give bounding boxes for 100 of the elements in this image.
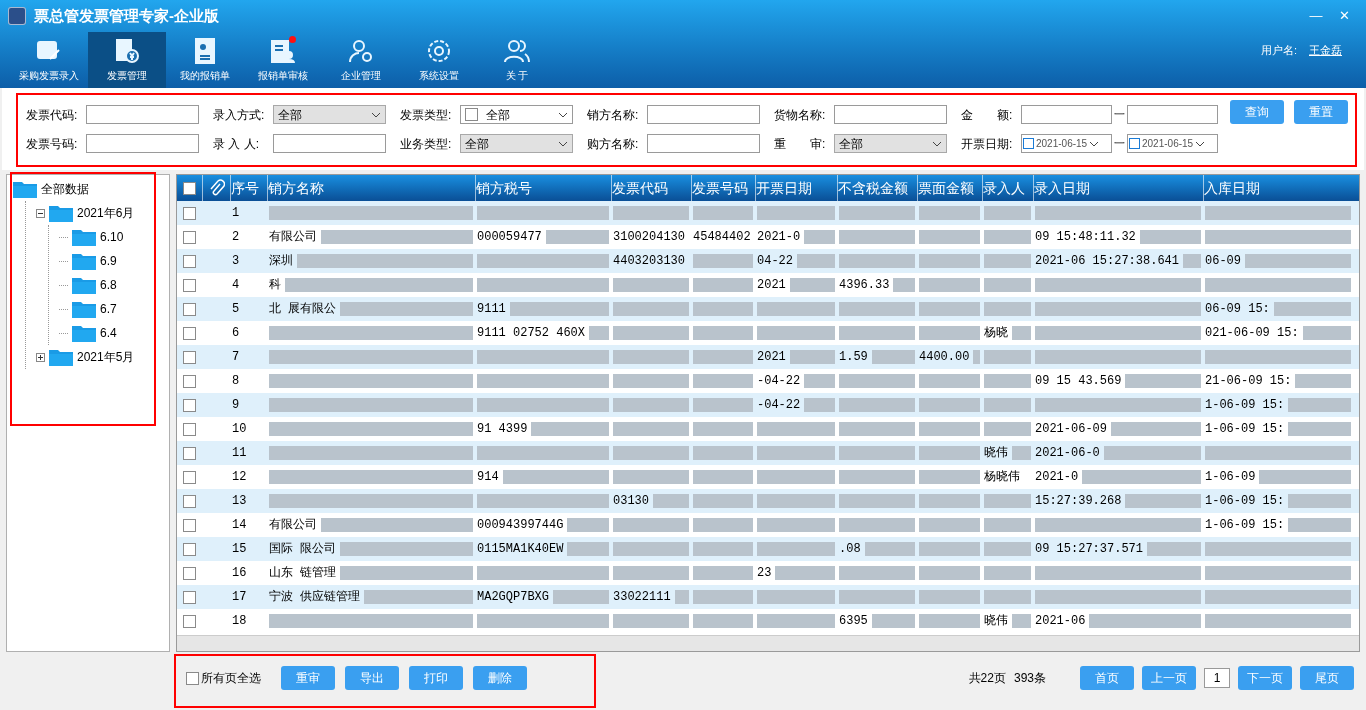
paperclip-icon bbox=[208, 179, 225, 197]
last-page-button[interactable]: 尾页 bbox=[1300, 666, 1354, 690]
table-cell-text: 33022111 bbox=[613, 589, 671, 606]
toolbar-button[interactable]: 报销单审核 bbox=[244, 32, 322, 88]
username-link[interactable]: 王金磊 bbox=[1309, 41, 1342, 59]
table-cell-text: 2021 bbox=[757, 277, 786, 294]
checkbox[interactable] bbox=[183, 206, 196, 220]
checkbox[interactable] bbox=[183, 566, 196, 580]
input-field[interactable] bbox=[273, 134, 386, 153]
checkbox[interactable] bbox=[183, 470, 196, 484]
chevron-down-icon bbox=[371, 111, 381, 118]
action-button[interactable]: 导出 bbox=[345, 666, 399, 690]
minimize-button[interactable]: — bbox=[1302, 6, 1330, 26]
first-page-button[interactable]: 首页 bbox=[1080, 666, 1134, 690]
previous-page-button[interactable]: 上一页 bbox=[1142, 666, 1196, 690]
user-label: 用户名: bbox=[1260, 42, 1297, 58]
tree-item[interactable]: 2021年5月 bbox=[77, 348, 135, 366]
page-input[interactable]: 1 bbox=[1204, 668, 1230, 688]
checkbox[interactable] bbox=[183, 350, 196, 364]
table-cell-text: 21-06-09 15: bbox=[1205, 373, 1292, 390]
checkbox[interactable] bbox=[183, 398, 196, 412]
checkbox[interactable] bbox=[183, 254, 196, 268]
search-button[interactable]: 查询 bbox=[1230, 100, 1284, 124]
table-cell-text: 12 bbox=[232, 469, 247, 486]
dropdown[interactable]: 全部 bbox=[273, 105, 386, 124]
checkbox[interactable] bbox=[183, 590, 196, 604]
table-cell-text: 6 bbox=[232, 325, 240, 342]
dropdown[interactable]: 全部 bbox=[460, 105, 573, 124]
input-field[interactable] bbox=[86, 134, 199, 153]
table-cell-text: 91 4399 bbox=[477, 421, 528, 438]
table-cell-text: MA2GQP7BXG bbox=[477, 589, 549, 606]
checkbox[interactable] bbox=[186, 671, 199, 685]
checkbox[interactable] bbox=[183, 518, 196, 532]
field-label: 金 额: bbox=[961, 106, 1014, 124]
checkbox[interactable] bbox=[183, 494, 196, 508]
reset-button[interactable]: 重置 bbox=[1294, 100, 1348, 124]
input-field[interactable] bbox=[647, 105, 760, 124]
checkbox[interactable] bbox=[183, 374, 196, 388]
field-label: 购方名称: bbox=[587, 135, 640, 153]
checkbox[interactable] bbox=[183, 302, 196, 316]
toolbar-button[interactable]: 发票管理 bbox=[88, 32, 166, 88]
checkbox[interactable] bbox=[183, 614, 196, 628]
expand-icon[interactable] bbox=[36, 352, 45, 362]
toolbar-button[interactable]: 关 于 bbox=[478, 32, 556, 88]
tree-item[interactable]: 6.8 bbox=[100, 276, 117, 294]
folder-icon bbox=[72, 228, 96, 246]
input-field[interactable] bbox=[647, 134, 760, 153]
input-field[interactable] bbox=[834, 105, 947, 124]
next-page-button[interactable]: 下一页 bbox=[1238, 666, 1292, 690]
dropdown[interactable]: 全部 bbox=[460, 134, 573, 153]
checkbox[interactable] bbox=[465, 108, 478, 121]
tree-item[interactable]: 6.10 bbox=[100, 228, 124, 246]
action-button[interactable]: 重审 bbox=[281, 666, 335, 690]
chevron-down-icon bbox=[558, 140, 568, 147]
date-picker[interactable]: 2021-06-15 bbox=[1021, 134, 1112, 153]
checkbox[interactable] bbox=[183, 326, 196, 340]
table-cell-text: 23 bbox=[757, 565, 772, 582]
tree-item[interactable]: 6.4 bbox=[100, 324, 117, 342]
folder-icon bbox=[72, 300, 96, 318]
input-field[interactable] bbox=[1021, 105, 1112, 124]
table-cell-text: 0115MA1K40EW bbox=[477, 541, 564, 558]
toolbar-button[interactable]: 系统设置 bbox=[400, 32, 478, 88]
app-logo-icon bbox=[8, 7, 26, 25]
toolbar-button[interactable]: 我的报销单 bbox=[166, 32, 244, 88]
chevron-down-icon bbox=[932, 140, 942, 147]
toolbar-button[interactable]: 采购发票录入 bbox=[10, 32, 88, 88]
input-field[interactable] bbox=[86, 105, 199, 124]
table-cell-text: 宁波 供应链管理 bbox=[269, 589, 361, 606]
table-cell-text: 2 bbox=[232, 229, 240, 246]
field-label: 货物名称: bbox=[774, 106, 827, 124]
checkbox[interactable] bbox=[183, 230, 196, 244]
table-cell-text: 00094399744G bbox=[477, 517, 564, 534]
table-cell-text: 4400.00 bbox=[919, 349, 970, 366]
tree-item[interactable]: 6.7 bbox=[100, 300, 117, 318]
checkbox[interactable] bbox=[183, 542, 196, 556]
tree-item[interactable]: 全部数据 bbox=[41, 180, 89, 198]
action-button[interactable]: 删除 bbox=[473, 666, 527, 690]
document-yen-icon bbox=[113, 37, 141, 65]
user-gear-icon bbox=[347, 37, 375, 65]
toolbar-button[interactable]: 企业管理 bbox=[322, 32, 400, 88]
table-cell-text: 杨晓伟 bbox=[984, 469, 1020, 486]
table-cell-text: 2021-06-0 bbox=[1035, 445, 1100, 462]
checkbox[interactable] bbox=[183, 422, 196, 436]
dropdown[interactable]: 全部 bbox=[834, 134, 947, 153]
action-button[interactable]: 打印 bbox=[409, 666, 463, 690]
collapse-icon[interactable] bbox=[36, 208, 45, 218]
input-field[interactable] bbox=[1127, 105, 1218, 124]
table-cell-text: 有限公司 bbox=[269, 517, 317, 534]
close-button[interactable]: ✕ bbox=[1330, 6, 1358, 26]
tree-item[interactable]: 2021年6月 bbox=[77, 204, 135, 222]
checkbox[interactable] bbox=[183, 446, 196, 460]
checkbox[interactable] bbox=[183, 181, 196, 195]
table-cell-text: 2021-0 bbox=[1035, 469, 1079, 486]
table-cell-text: 03130 bbox=[613, 493, 649, 510]
date-picker[interactable]: 2021-06-15 bbox=[1127, 134, 1218, 153]
horizontal-scrollbar[interactable] bbox=[177, 635, 1359, 651]
range-separator: 一 bbox=[1114, 136, 1125, 152]
tree-item[interactable]: 6.9 bbox=[100, 252, 117, 270]
checkbox[interactable] bbox=[183, 278, 196, 292]
field-label: 录入方式: bbox=[213, 106, 266, 124]
